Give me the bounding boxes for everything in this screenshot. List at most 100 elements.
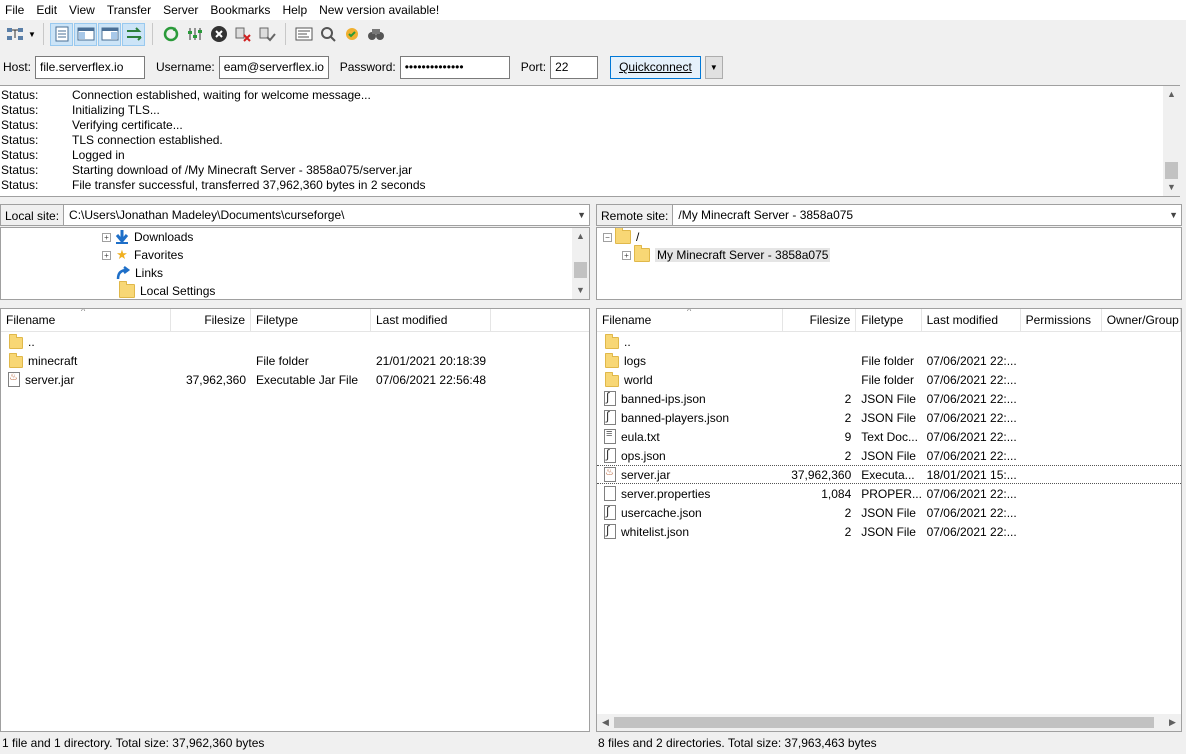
remote-tree[interactable]: − / + My Minecraft Server - 3858a075 (596, 227, 1182, 300)
log-entry-message: Starting download of /My Minecraft Serve… (72, 163, 413, 177)
scroll-down-icon[interactable]: ▼ (572, 282, 589, 299)
local-tree[interactable]: + Downloads + ★ Favorites Links Local Se… (0, 227, 590, 300)
reconnect-icon[interactable] (255, 23, 278, 46)
column-header-filesize[interactable]: Filesize (783, 309, 857, 332)
tree-item-favorites[interactable]: + ★ Favorites (102, 246, 183, 264)
scroll-up-icon[interactable]: ▲ (1163, 86, 1180, 103)
column-header-last-modified[interactable]: Last modified (371, 309, 491, 332)
quickconnect-history-dropdown[interactable]: ▼ (704, 55, 723, 79)
column-header-permissions[interactable]: Permissions (1021, 309, 1102, 332)
column-header-owner-group[interactable]: Owner/Group (1102, 309, 1181, 332)
column-header-filetype[interactable]: Filetype (856, 309, 922, 332)
menu-view[interactable]: View (63, 0, 101, 20)
local-path-value: C:\Users\Jonathan Madeley\Documents\curs… (69, 208, 345, 222)
refresh-icon[interactable] (159, 23, 182, 46)
expand-icon[interactable]: + (102, 232, 111, 242)
message-log[interactable]: Status: Connection established, waiting f… (0, 85, 1180, 197)
tree-item-root[interactable]: − / (603, 228, 639, 246)
dropdown-arrow-icon[interactable]: ▼ (27, 30, 37, 39)
file-row[interactable]: server.properties 1,084 PROPER... 07/06/202… (597, 484, 1181, 503)
column-header-filetype[interactable]: Filetype (251, 309, 371, 332)
remote-site-bar: Remote site: /My Minecraft Server - 3858… (596, 203, 1182, 227)
host-input[interactable] (35, 55, 146, 79)
expand-icon[interactable]: + (622, 250, 631, 260)
password-input[interactable] (399, 55, 510, 79)
collapse-icon[interactable]: − (603, 232, 612, 242)
column-header-filename[interactable]: Filename (1, 309, 171, 332)
file-row[interactable]: banned-ips.json 2 JSON File 07/06/2021 22:.… (597, 389, 1181, 408)
file-modified: 07/06/2021 22:... (926, 505, 1017, 520)
log-entry-message: Verifying certificate... (72, 118, 183, 132)
file-row[interactable]: whitelist.json 2 JSON File 07/06/2021 22:..… (597, 522, 1181, 541)
username-input[interactable] (218, 55, 329, 79)
file-row[interactable]: .. (1, 332, 589, 351)
local-tree-scrollbar[interactable]: ▲ ▼ (572, 228, 589, 299)
port-input[interactable] (550, 55, 599, 79)
scroll-down-icon[interactable]: ▼ (1163, 179, 1180, 196)
directory-listing-filters-icon[interactable] (292, 23, 315, 46)
local-path-input[interactable]: C:\Users\Jonathan Madeley\Documents\curs… (63, 204, 590, 226)
tree-item-links[interactable]: Links (115, 264, 163, 282)
tree-item-label: Downloads (134, 230, 194, 244)
menu-new-version[interactable]: New version available! (313, 0, 445, 20)
local-file-list[interactable]: Filename Filesize Filetype Last modified… (0, 308, 590, 732)
menu-edit[interactable]: Edit (30, 0, 63, 20)
scroll-thumb[interactable] (574, 262, 587, 278)
toggle-remote-tree-icon[interactable] (98, 22, 121, 46)
file-modified: 21/01/2021 20:18:39 (376, 353, 487, 368)
tree-item-server-folder[interactable]: + My Minecraft Server - 3858a075 (622, 245, 831, 264)
file-row[interactable]: banned-players.json 2 JSON File 07/06/2021 … (597, 408, 1181, 427)
tree-item-downloads[interactable]: + Downloads (102, 228, 193, 246)
sort-ascending-icon: ^ (687, 308, 692, 316)
disconnect-icon[interactable] (231, 23, 254, 46)
toggle-message-log-icon[interactable] (50, 22, 73, 46)
remote-path-input[interactable]: /My Minecraft Server - 3858a075 ▼ (672, 204, 1182, 226)
toggle-local-tree-icon[interactable] (74, 22, 97, 46)
file-row[interactable]: .. (597, 332, 1181, 351)
remote-file-list[interactable]: Filename Filesize Filetype Last modified… (596, 308, 1182, 732)
tree-item-local-settings[interactable]: Local Settings (119, 281, 215, 299)
port-label: Port: (520, 60, 547, 74)
file-type: JSON File (861, 410, 916, 425)
file-row[interactable]: world File folder 07/06/2021 22:... (597, 370, 1181, 389)
pane-splitter[interactable] (590, 203, 595, 754)
file-name: logs (624, 353, 647, 368)
file-row[interactable]: server.jar 37,962,360 Executa... 18/01/2021… (597, 465, 1181, 484)
message-log-scrollbar[interactable]: ▲ ▼ (1163, 86, 1180, 196)
file-row[interactable]: minecraft File folder 21/01/2021 20:18:39 (1, 351, 589, 370)
search-icon[interactable] (364, 23, 387, 46)
scroll-thumb[interactable] (1165, 162, 1178, 179)
scroll-right-icon[interactable]: ▶ (1164, 714, 1181, 731)
file-row[interactable]: eula.txt 9 Text Doc... 07/06/2021 22:... (597, 427, 1181, 446)
site-manager-icon[interactable] (3, 23, 26, 46)
file-name: minecraft (28, 353, 78, 368)
file-row[interactable]: logs File folder 07/06/2021 22:... (597, 351, 1181, 370)
compare-icon[interactable] (316, 23, 339, 46)
process-queue-icon[interactable] (183, 23, 206, 46)
menu-bookmarks[interactable]: Bookmarks (204, 0, 276, 20)
column-header-filesize[interactable]: Filesize (171, 309, 251, 332)
expand-icon[interactable]: + (102, 250, 111, 260)
menu-transfer[interactable]: Transfer (101, 0, 157, 20)
menu-file[interactable]: File (0, 0, 30, 20)
file-row[interactable]: ops.json 2 JSON File 07/06/2021 22:... (597, 446, 1181, 465)
scroll-left-icon[interactable]: ◀ (597, 714, 614, 731)
chevron-down-icon[interactable]: ▼ (1169, 205, 1178, 225)
cancel-icon[interactable] (207, 23, 230, 46)
remote-file-list-hscrollbar[interactable]: ◀ ▶ (597, 714, 1181, 731)
file-row[interactable]: usercache.json 2 JSON File 07/06/2021 22:..… (597, 503, 1181, 522)
toggle-transfer-queue-icon[interactable] (122, 22, 145, 46)
chevron-down-icon[interactable]: ▼ (577, 205, 586, 225)
folder-icon (605, 353, 619, 368)
menu-help[interactable]: Help (276, 0, 313, 20)
file-name: usercache.json (621, 505, 702, 520)
file-type: JSON File (861, 391, 916, 406)
quickconnect-button[interactable]: Quickconnect (610, 55, 701, 79)
file-row[interactable]: server.jar 37,962,360 Executable Jar File 0… (1, 370, 589, 389)
scroll-up-icon[interactable]: ▲ (572, 228, 589, 245)
column-header-last-modified[interactable]: Last modified (922, 309, 1021, 332)
file-name-cell: banned-players.json (597, 410, 783, 425)
scroll-thumb[interactable] (614, 717, 1154, 728)
sync-browsing-icon[interactable] (340, 23, 363, 46)
menu-server[interactable]: Server (157, 0, 204, 20)
